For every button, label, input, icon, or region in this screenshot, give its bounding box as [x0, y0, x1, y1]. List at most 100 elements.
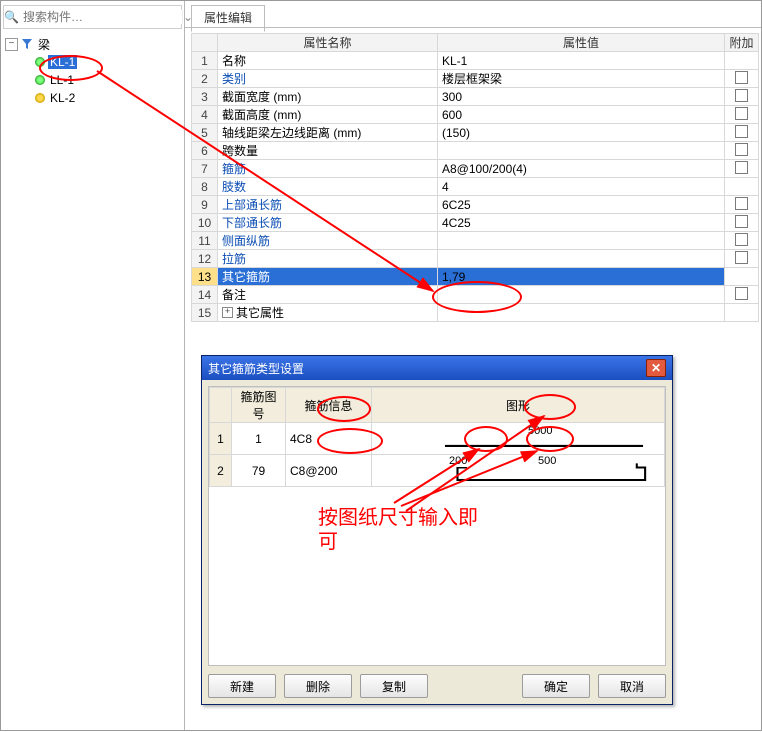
property-value[interactable] — [438, 250, 725, 268]
stirrup-no-cell[interactable]: 1 — [232, 423, 286, 455]
property-value[interactable]: KL-1 — [438, 52, 725, 70]
extra-cell[interactable] — [725, 286, 759, 304]
shape-value[interactable]: 200 — [448, 455, 468, 467]
property-name: 下部通长筋 — [218, 214, 438, 232]
property-value[interactable]: 6C25 — [438, 196, 725, 214]
property-row[interactable]: 10下部通长筋4C25 — [192, 214, 759, 232]
shape-cell[interactable]: 200 500 — [372, 455, 665, 487]
extra-cell[interactable] — [725, 196, 759, 214]
property-value[interactable]: 600 — [438, 106, 725, 124]
extra-cell[interactable] — [725, 52, 759, 70]
extra-cell[interactable] — [725, 250, 759, 268]
extra-cell[interactable] — [725, 106, 759, 124]
extra-cell[interactable] — [725, 160, 759, 178]
shape-value[interactable]: 5000 — [527, 425, 553, 437]
row-number: 1 — [192, 52, 218, 70]
extra-cell[interactable] — [725, 124, 759, 142]
row-number: 12 — [192, 250, 218, 268]
row-number: 10 — [192, 214, 218, 232]
property-row[interactable]: 2类别楼层框架梁 — [192, 70, 759, 88]
stirrup-row[interactable]: 1 1 4C8 5000 — [210, 423, 665, 455]
gear-icon — [35, 75, 45, 85]
extra-cell[interactable] — [725, 304, 759, 322]
annotation-text: 按图纸尺寸输入即 — [318, 506, 478, 530]
property-value[interactable] — [438, 142, 725, 160]
property-row[interactable]: 15+其它属性 — [192, 304, 759, 322]
copy-button[interactable]: 复制 — [360, 674, 428, 698]
dialog-titlebar[interactable]: 其它箍筋类型设置 ✕ — [202, 356, 672, 380]
property-row[interactable]: 1名称KL-1 — [192, 52, 759, 70]
left-panel: 🔍 ⌄ − 梁 KL-1 LL-1 KL-2 — [1, 1, 185, 730]
checkbox[interactable] — [735, 89, 748, 102]
stirrup-no-cell[interactable]: 79 — [232, 455, 286, 487]
property-row[interactable]: 4截面高度 (mm)600 — [192, 106, 759, 124]
tree-item-label: LL-1 — [48, 73, 76, 87]
property-row[interactable]: 6跨数量 — [192, 142, 759, 160]
stirrup-info-cell[interactable]: 4C8 — [286, 423, 372, 455]
col-value: 属性值 — [438, 34, 725, 52]
row-number: 5 — [192, 124, 218, 142]
checkbox[interactable] — [735, 107, 748, 120]
tree-item[interactable]: KL-1 — [5, 53, 180, 71]
expand-icon[interactable]: + — [222, 307, 233, 318]
checkbox[interactable] — [735, 71, 748, 84]
property-value[interactable] — [438, 304, 725, 322]
property-value[interactable]: A8@100/200(4) — [438, 160, 725, 178]
col-rownum — [210, 388, 232, 423]
checkbox[interactable] — [735, 161, 748, 174]
tree-item[interactable]: LL-1 — [5, 71, 180, 89]
property-row[interactable]: 8肢数4 — [192, 178, 759, 196]
property-value[interactable]: 1,79 — [438, 268, 725, 286]
row-number: 2 — [210, 455, 232, 487]
property-value[interactable]: 4C25 — [438, 214, 725, 232]
checkbox[interactable] — [735, 287, 748, 300]
property-value[interactable]: 楼层框架梁 — [438, 70, 725, 88]
property-row[interactable]: 11侧面纵筋 — [192, 232, 759, 250]
delete-button[interactable]: 删除 — [284, 674, 352, 698]
shape-cell[interactable]: 5000 — [372, 423, 665, 455]
property-value[interactable] — [438, 286, 725, 304]
extra-cell[interactable] — [725, 142, 759, 160]
property-row[interactable]: 13其它箍筋1,79 — [192, 268, 759, 286]
stirrup-row[interactable]: 2 79 C8@200 200 500 — [210, 455, 665, 487]
tree-root-row[interactable]: − 梁 — [5, 35, 180, 53]
extra-cell[interactable] — [725, 268, 759, 286]
row-number: 6 — [192, 142, 218, 160]
search-input[interactable] — [19, 10, 182, 24]
checkbox[interactable] — [735, 143, 748, 156]
collapse-icon[interactable]: − — [5, 38, 18, 51]
property-value[interactable]: 4 — [438, 178, 725, 196]
tree-item[interactable]: KL-2 — [5, 89, 180, 107]
property-value[interactable] — [438, 232, 725, 250]
extra-cell[interactable] — [725, 214, 759, 232]
property-name: 肢数 — [218, 178, 438, 196]
extra-cell[interactable] — [725, 232, 759, 250]
checkbox[interactable] — [735, 215, 748, 228]
annotation-text: 可 — [318, 530, 338, 554]
extra-cell[interactable] — [725, 88, 759, 106]
checkbox[interactable] — [735, 251, 748, 264]
property-name: 侧面纵筋 — [218, 232, 438, 250]
cancel-button[interactable]: 取消 — [598, 674, 666, 698]
extra-cell[interactable] — [725, 70, 759, 88]
extra-cell[interactable] — [725, 178, 759, 196]
property-value[interactable]: 300 — [438, 88, 725, 106]
new-button[interactable]: 新建 — [208, 674, 276, 698]
property-row[interactable]: 7箍筋A8@100/200(4) — [192, 160, 759, 178]
property-row[interactable]: 12拉筋 — [192, 250, 759, 268]
property-row[interactable]: 5轴线距梁左边线距离 (mm)(150) — [192, 124, 759, 142]
property-row[interactable]: 3截面宽度 (mm)300 — [192, 88, 759, 106]
checkbox[interactable] — [735, 197, 748, 210]
checkbox[interactable] — [735, 233, 748, 246]
property-name: 拉筋 — [218, 250, 438, 268]
ok-button[interactable]: 确定 — [522, 674, 590, 698]
row-number: 14 — [192, 286, 218, 304]
property-value[interactable]: (150) — [438, 124, 725, 142]
property-row[interactable]: 9上部通长筋6C25 — [192, 196, 759, 214]
close-icon[interactable]: ✕ — [646, 359, 666, 377]
checkbox[interactable] — [735, 125, 748, 138]
stirrup-info-cell[interactable]: C8@200 — [286, 455, 372, 487]
property-name: 截面高度 (mm) — [218, 106, 438, 124]
shape-value[interactable]: 500 — [537, 455, 557, 467]
property-row[interactable]: 14备注 — [192, 286, 759, 304]
